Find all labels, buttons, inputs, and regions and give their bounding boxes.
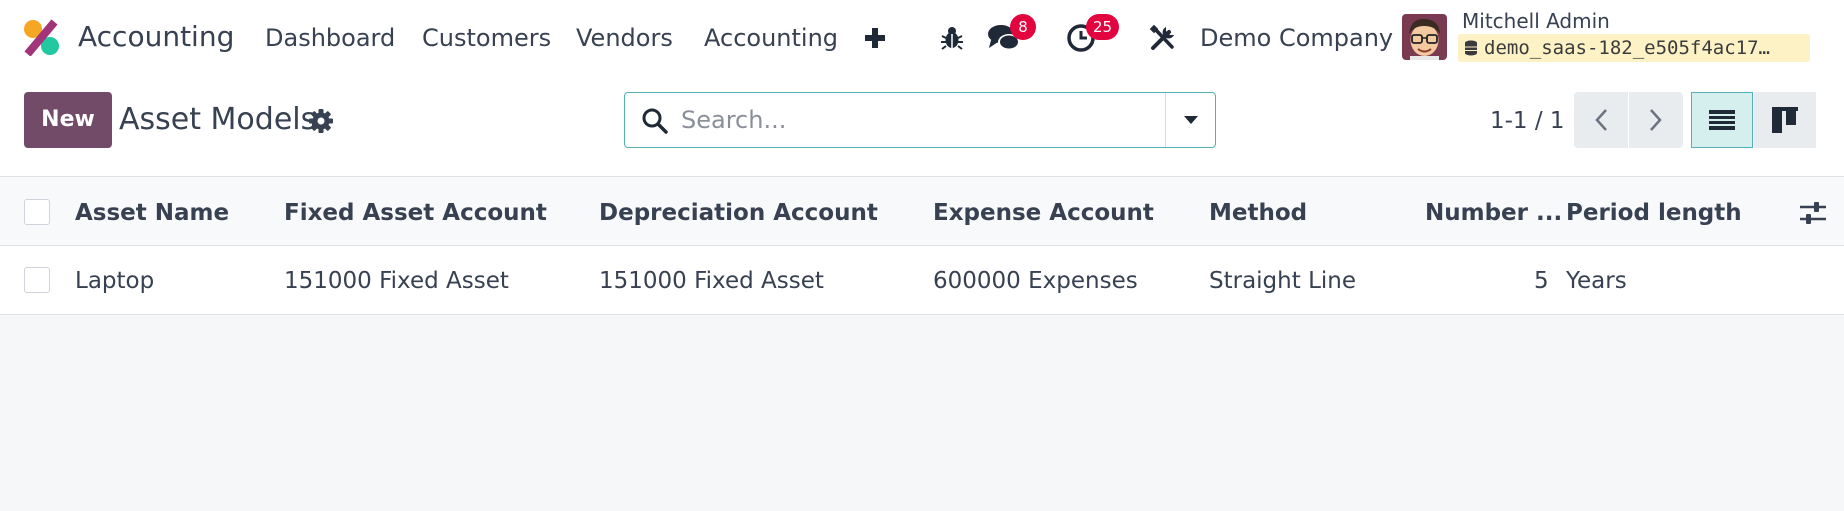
pager-value[interactable]: 1-1 / 1 <box>1490 106 1565 136</box>
messages-count-badge: 8 <box>1010 14 1036 40</box>
bug-icon[interactable] <box>932 18 972 58</box>
table-header: Asset Name Fixed Asset Account Depreciat… <box>0 176 1844 246</box>
chevron-left-icon <box>1595 109 1607 131</box>
table-row[interactable]: Laptop 151000 Fixed Asset 151000 Fixed A… <box>0 246 1844 315</box>
new-button[interactable]: New <box>24 92 112 148</box>
list-icon <box>1709 110 1735 130</box>
cell-expense-account: 600000 Expenses <box>933 268 1138 294</box>
menu-accounting[interactable]: Accounting <box>704 23 838 53</box>
plus-icon[interactable] <box>855 18 895 58</box>
cell-number: 5 <box>1534 268 1549 294</box>
column-header-method[interactable]: Method <box>1209 199 1307 227</box>
search-options-dropdown[interactable] <box>1165 93 1216 147</box>
search-input[interactable] <box>681 101 1081 139</box>
database-icon <box>1464 36 1478 62</box>
list-empty-area <box>0 315 1844 511</box>
menu-vendors[interactable]: Vendors <box>576 23 673 53</box>
app-name[interactable]: Accounting <box>78 19 234 55</box>
column-header-fixed-asset-account[interactable]: Fixed Asset Account <box>284 199 547 227</box>
row-checkbox[interactable] <box>24 267 50 293</box>
database-badge: demo_saas-182_e505f4ac17… <box>1458 34 1810 62</box>
search-bar <box>624 92 1216 148</box>
top-navbar: Accounting Dashboard Customers Vendors A… <box>0 0 1844 75</box>
database-name: demo_saas-182_e505f4ac17… <box>1484 37 1770 59</box>
pager-next-button[interactable] <box>1629 92 1683 148</box>
column-header-depreciation-account[interactable]: Depreciation Account <box>599 199 878 227</box>
cell-method: Straight Line <box>1209 268 1356 294</box>
settings-tools-icon[interactable] <box>1143 18 1183 58</box>
menu-dashboard[interactable]: Dashboard <box>265 23 395 53</box>
kanban-view-button[interactable] <box>1754 92 1816 148</box>
kanban-icon <box>1772 107 1798 133</box>
cell-depreciation-account: 151000 Fixed Asset <box>599 268 824 294</box>
column-header-period-length[interactable]: Period length <box>1566 199 1742 227</box>
user-name[interactable]: Mitchell Admin <box>1462 9 1610 33</box>
search-icon <box>641 107 669 135</box>
company-switcher[interactable]: Demo Company <box>1200 23 1393 53</box>
cell-fixed-asset-account: 151000 Fixed Asset <box>284 268 509 294</box>
user-avatar[interactable] <box>1402 14 1447 60</box>
caret-down-icon <box>1184 116 1198 124</box>
page-title: Asset Models <box>119 102 317 137</box>
column-header-asset-name[interactable]: Asset Name <box>75 199 229 227</box>
column-header-expense-account[interactable]: Expense Account <box>933 199 1154 227</box>
cell-asset-name: Laptop <box>75 268 155 294</box>
select-all-checkbox[interactable] <box>24 199 50 225</box>
list-view-button[interactable] <box>1691 92 1753 148</box>
optional-columns-toggle-icon[interactable] <box>1798 199 1828 227</box>
menu-customers[interactable]: Customers <box>422 23 551 53</box>
cell-period-length: Years <box>1566 268 1627 294</box>
column-header-number[interactable]: Number ... <box>1425 199 1562 227</box>
gear-icon[interactable] <box>308 108 334 134</box>
activities-count-badge: 25 <box>1086 14 1120 40</box>
pager-previous-button[interactable] <box>1574 92 1628 148</box>
app-logo-icon[interactable] <box>22 19 62 57</box>
chevron-right-icon <box>1650 109 1662 131</box>
